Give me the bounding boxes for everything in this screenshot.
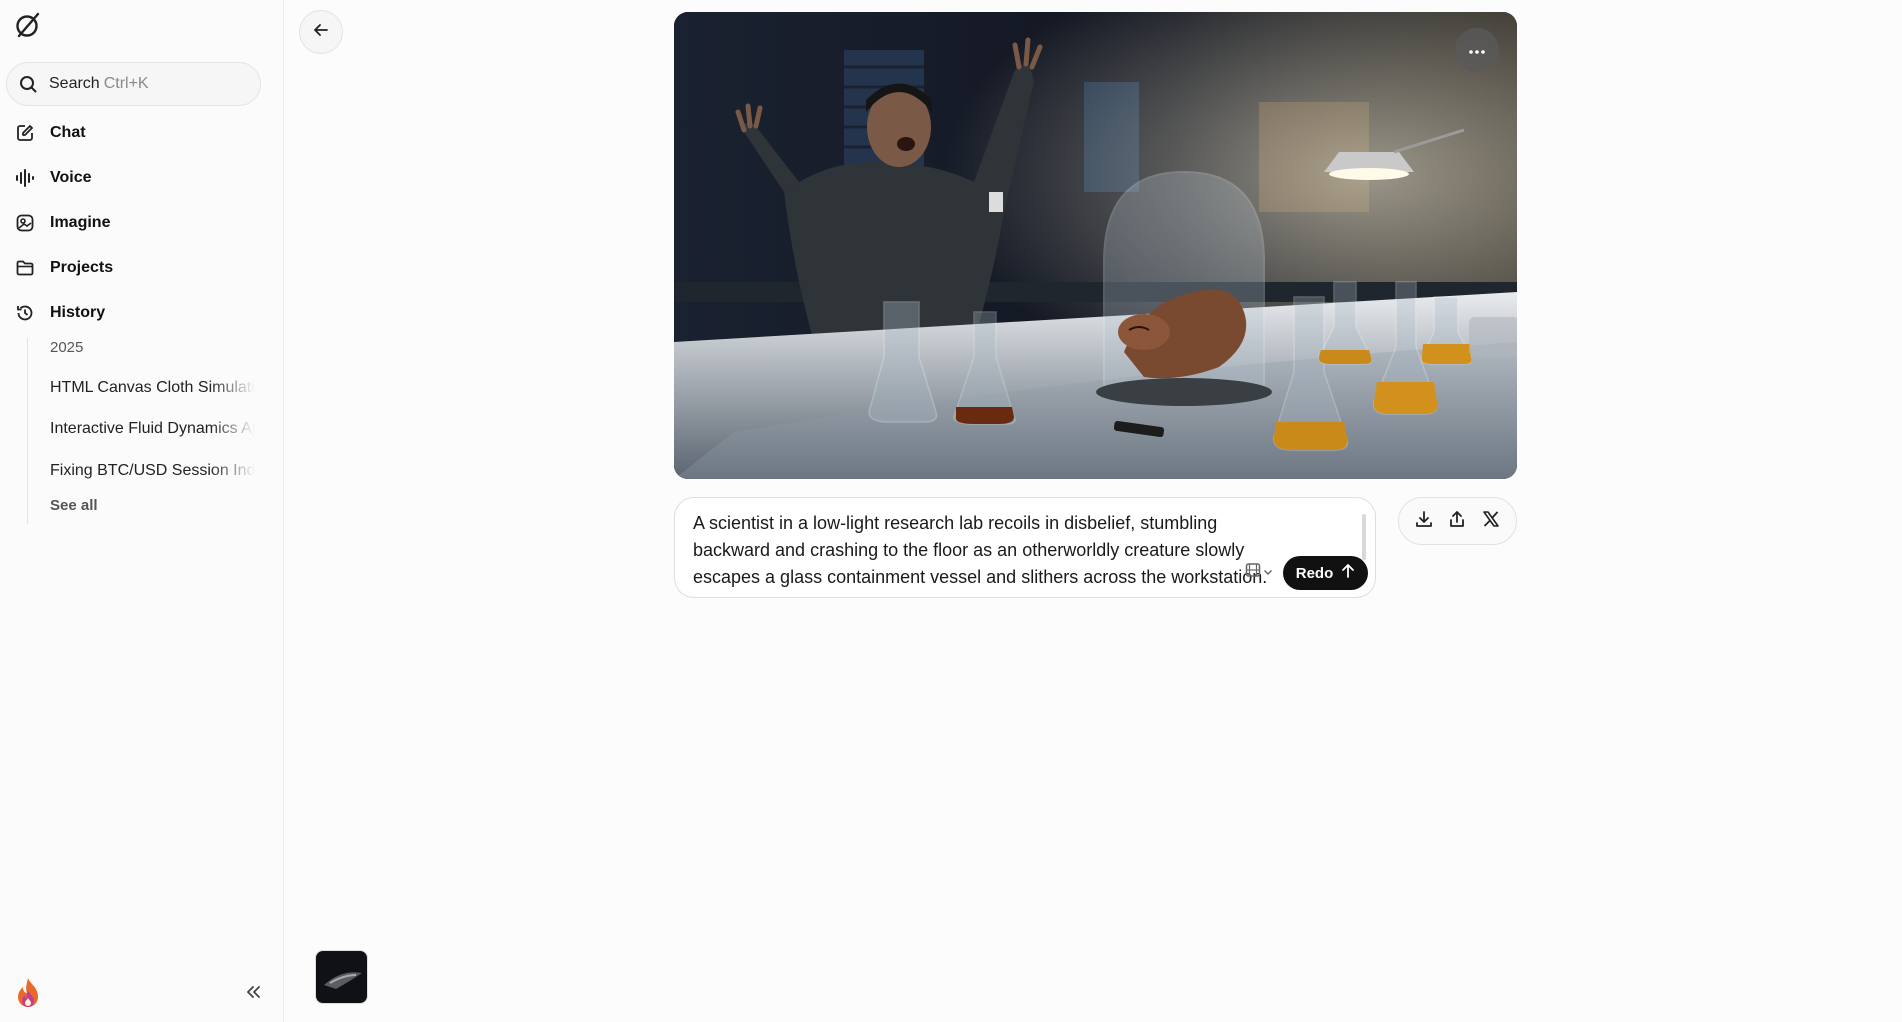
image-actions: [1398, 497, 1517, 545]
share-button[interactable]: [1442, 506, 1472, 536]
search-shortcut: Ctrl+K: [103, 75, 149, 92]
image-thumbnail[interactable]: [315, 950, 368, 1004]
search-label: Search: [49, 75, 100, 92]
generated-image[interactable]: [674, 12, 1517, 479]
search-icon: [19, 75, 37, 93]
sidebar-item-label: History: [50, 304, 106, 321]
sidebar: Search Ctrl+K Chat Voice Imagine Project…: [0, 0, 284, 1022]
chevron-down-icon: [1263, 563, 1273, 581]
folder-icon: [14, 257, 36, 279]
sidebar-item-projects[interactable]: Projects: [14, 250, 264, 286]
prompt-scrollbar[interactable]: [1362, 514, 1366, 560]
download-icon: [1415, 510, 1433, 533]
sidebar-item-label: Projects: [50, 259, 114, 276]
waveform-icon: [14, 167, 36, 189]
grok-logo-icon[interactable]: [14, 10, 42, 40]
download-button[interactable]: [1409, 506, 1439, 536]
share-icon: [1448, 510, 1466, 533]
history-item[interactable]: HTML Canvas Cloth Simulation: [50, 379, 255, 397]
generated-image-scene: [674, 12, 1517, 479]
post-to-x-button[interactable]: [1476, 506, 1506, 536]
prompt-textarea[interactable]: A scientist in a low-light research lab …: [693, 510, 1273, 591]
redo-label: Redo: [1295, 564, 1334, 582]
sidebar-item-imagine[interactable]: Imagine: [14, 205, 264, 241]
redo-button[interactable]: Redo: [1283, 556, 1368, 590]
ellipsis-icon: [1469, 41, 1485, 59]
sidebar-item-voice[interactable]: Voice: [14, 160, 264, 196]
see-all-link[interactable]: See all: [50, 497, 98, 514]
history-divider: [27, 338, 28, 524]
sidebar-item-label: Voice: [50, 169, 92, 186]
sidebar-item-chat[interactable]: Chat: [14, 115, 264, 151]
double-chevron-left-icon[interactable]: [240, 980, 266, 1004]
x-logo-icon: [1482, 510, 1500, 533]
prompt-box[interactable]: A scientist in a low-light research lab …: [674, 497, 1376, 598]
history-year: 2025: [50, 339, 84, 356]
video-mode-selector[interactable]: [1241, 560, 1277, 584]
sidebar-item-label: Chat: [50, 124, 86, 141]
more-options-button[interactable]: [1455, 28, 1499, 72]
history-icon: [14, 302, 36, 324]
edit-icon: [14, 122, 36, 144]
arrow-up-icon: [1341, 563, 1355, 583]
sidebar-item-history[interactable]: History: [14, 295, 264, 331]
arrow-left-icon: [313, 22, 329, 43]
video-mode-icon: [1245, 562, 1261, 583]
back-button[interactable]: [299, 10, 343, 54]
user-avatar-icon[interactable]: [14, 976, 42, 1010]
history-item[interactable]: Fixing BTC/USD Session Indicator: [50, 462, 255, 480]
imagine-icon: [14, 212, 36, 234]
sidebar-item-label: Imagine: [50, 214, 111, 231]
search-input[interactable]: Search Ctrl+K: [6, 62, 261, 106]
history-item[interactable]: Interactive Fluid Dynamics App: [50, 420, 255, 438]
